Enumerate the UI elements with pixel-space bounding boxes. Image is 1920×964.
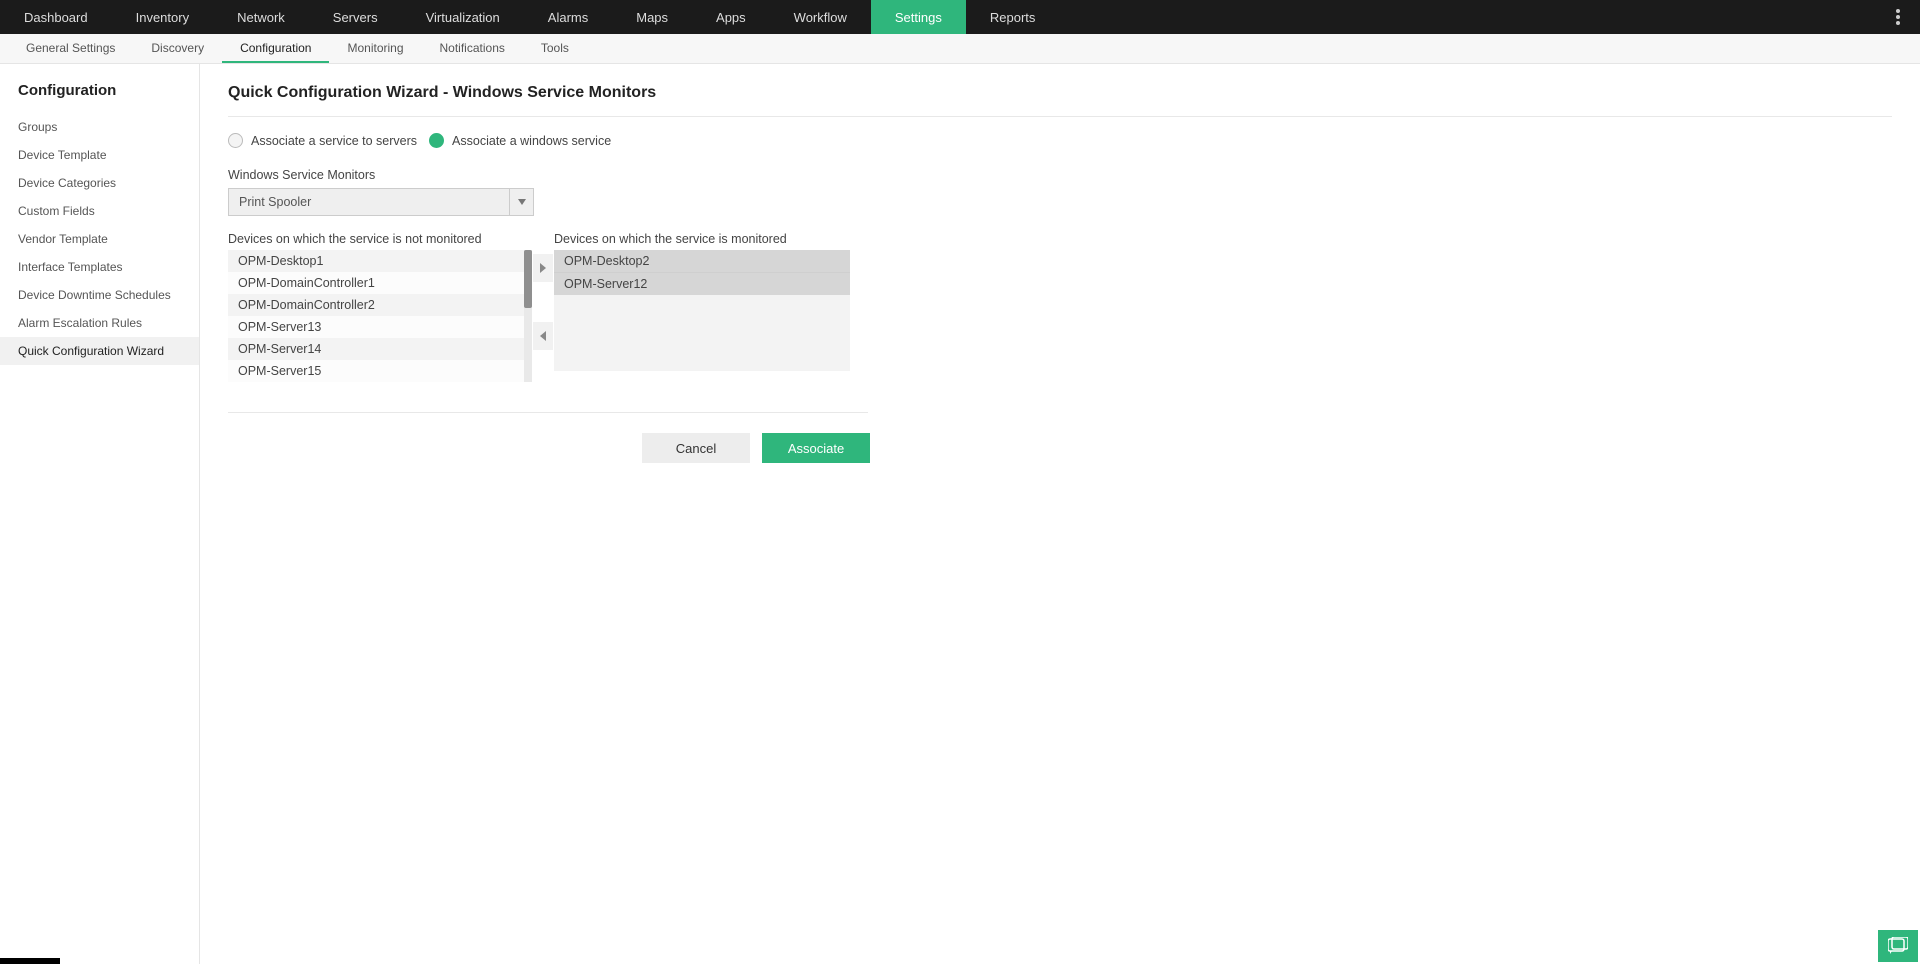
main-content: Quick Configuration Wizard - Windows Ser…: [200, 64, 1920, 964]
move-right-button[interactable]: [533, 254, 553, 282]
kebab-menu-icon[interactable]: [1886, 0, 1910, 34]
sidebar-item-device-template[interactable]: Device Template: [0, 141, 199, 169]
subnav-discovery[interactable]: Discovery: [133, 34, 222, 63]
list-item[interactable]: OPM-Server13: [228, 316, 524, 338]
list-item[interactable]: OPM-DomainController2: [228, 294, 524, 316]
help-chat-button[interactable]: [1878, 930, 1918, 962]
scrollbar-thumb[interactable]: [524, 250, 532, 308]
radio-associate-service-to-servers[interactable]: Associate a service to servers: [228, 133, 417, 148]
list-item[interactable]: OPM-Desktop2: [554, 250, 850, 272]
monitored-label: Devices on which the service is monitore…: [554, 232, 850, 246]
list-item[interactable]: OPM-Desktop1: [228, 250, 524, 272]
scrollbar[interactable]: [524, 250, 532, 382]
nav-workflow[interactable]: Workflow: [770, 0, 871, 34]
radio-icon: [228, 133, 243, 148]
action-buttons: Cancel Associate: [228, 412, 868, 463]
list-empty-space: [554, 295, 850, 371]
sidebar-item-device-categories[interactable]: Device Categories: [0, 169, 199, 197]
move-left-button[interactable]: [533, 322, 553, 350]
not-monitored-label: Devices on which the service is not moni…: [228, 232, 532, 246]
subnav-tools[interactable]: Tools: [523, 34, 587, 63]
page-title: Quick Configuration Wizard - Windows Ser…: [228, 84, 1892, 117]
sub-nav: General Settings Discovery Configuration…: [0, 34, 1920, 64]
sidebar-item-alarm-escalation-rules[interactable]: Alarm Escalation Rules: [0, 309, 199, 337]
radio-icon: [429, 133, 444, 148]
sidebar-item-custom-fields[interactable]: Custom Fields: [0, 197, 199, 225]
subnav-monitoring[interactable]: Monitoring: [329, 34, 421, 63]
sidebar-item-groups[interactable]: Groups: [0, 113, 199, 141]
move-buttons: [532, 232, 554, 350]
radio-associate-windows-service[interactable]: Associate a windows service: [429, 133, 611, 148]
subnav-notifications[interactable]: Notifications: [422, 34, 523, 63]
nav-network[interactable]: Network: [213, 0, 309, 34]
not-monitored-list[interactable]: OPM-Desktop1 OPM-DomainController1 OPM-D…: [228, 250, 524, 382]
subnav-configuration[interactable]: Configuration: [222, 34, 329, 63]
service-select-value: Print Spooler: [229, 189, 509, 215]
chevron-down-icon: [509, 189, 533, 215]
associate-button[interactable]: Associate: [762, 433, 870, 463]
sidebar-item-vendor-template[interactable]: Vendor Template: [0, 225, 199, 253]
service-select[interactable]: Print Spooler: [228, 188, 534, 216]
list-item[interactable]: OPM-Server15: [228, 360, 524, 382]
sidebar: Configuration Groups Device Template Dev…: [0, 64, 200, 964]
nav-reports[interactable]: Reports: [966, 0, 1060, 34]
nav-virtualization[interactable]: Virtualization: [402, 0, 524, 34]
bottom-strip: [0, 958, 60, 964]
list-item[interactable]: OPM-DomainController1: [228, 272, 524, 294]
cancel-button[interactable]: Cancel: [642, 433, 750, 463]
radio-group: Associate a service to servers Associate…: [228, 117, 1892, 158]
sidebar-item-interface-templates[interactable]: Interface Templates: [0, 253, 199, 281]
list-item[interactable]: OPM-Server12: [554, 272, 850, 295]
nav-apps[interactable]: Apps: [692, 0, 770, 34]
list-item[interactable]: OPM-Server14: [228, 338, 524, 360]
nav-maps[interactable]: Maps: [612, 0, 692, 34]
nav-servers[interactable]: Servers: [309, 0, 402, 34]
top-nav: Dashboard Inventory Network Servers Virt…: [0, 0, 1920, 34]
sidebar-item-device-downtime-schedules[interactable]: Device Downtime Schedules: [0, 281, 199, 309]
monitored-list[interactable]: OPM-Desktop2 OPM-Server12: [554, 250, 850, 371]
nav-dashboard[interactable]: Dashboard: [0, 0, 112, 34]
nav-settings[interactable]: Settings: [871, 0, 966, 34]
radio-label: Associate a service to servers: [251, 134, 417, 148]
sidebar-item-quick-configuration-wizard[interactable]: Quick Configuration Wizard: [0, 337, 199, 365]
nav-inventory[interactable]: Inventory: [112, 0, 213, 34]
nav-alarms[interactable]: Alarms: [524, 0, 612, 34]
radio-label: Associate a windows service: [452, 134, 611, 148]
dual-list: Devices on which the service is not moni…: [228, 232, 1892, 382]
subnav-general-settings[interactable]: General Settings: [8, 34, 133, 63]
service-select-label: Windows Service Monitors: [228, 168, 868, 182]
sidebar-title: Configuration: [0, 78, 199, 113]
